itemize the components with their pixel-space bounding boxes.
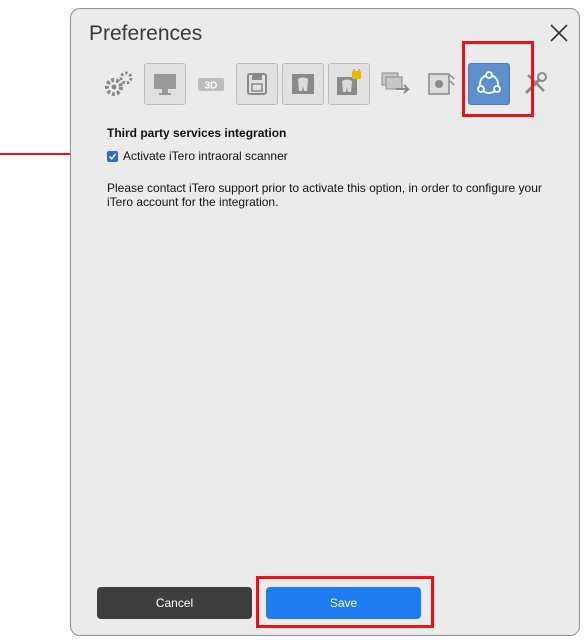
section-title: Third party services integration [107, 126, 287, 140]
close-icon[interactable] [547, 21, 571, 45]
tools-icon[interactable] [514, 63, 556, 105]
tooth-lock-icon[interactable] [328, 63, 370, 105]
scan-icon[interactable] [420, 63, 462, 105]
cancel-button[interactable]: Cancel [97, 587, 252, 619]
itero-checkbox-row[interactable]: Activate iTero intraoral scanner [107, 149, 288, 163]
itero-checkbox-label: Activate iTero intraoral scanner [123, 149, 288, 163]
export-icon[interactable] [374, 63, 416, 105]
dialog-title: Preferences [89, 22, 203, 45]
info-text: Please contact iTero support prior to ac… [107, 181, 542, 209]
preferences-dialog: Preferences 3D Third party services inte… [70, 8, 580, 636]
save-button[interactable]: Save [266, 587, 421, 619]
tooth-icon[interactable] [282, 63, 324, 105]
monitor-icon[interactable] [144, 63, 186, 105]
save-disk-icon[interactable] [236, 63, 278, 105]
gears-icon[interactable] [98, 63, 140, 105]
share-integration-icon[interactable] [468, 63, 510, 105]
3d-icon[interactable]: 3D [190, 63, 232, 105]
svg-text:3D: 3D [205, 81, 218, 92]
itero-checkbox[interactable] [107, 150, 118, 162]
